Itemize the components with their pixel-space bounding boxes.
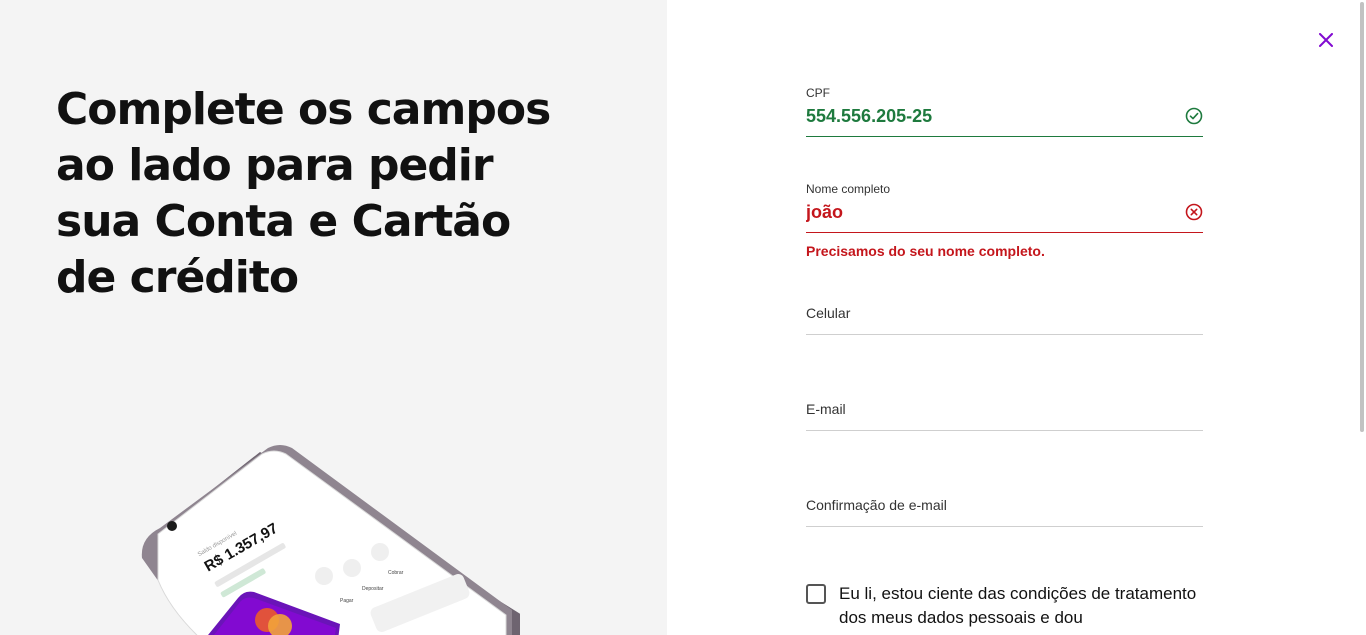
full-name-error: Precisamos do seu nome completo. xyxy=(806,243,1045,259)
full-name-input[interactable] xyxy=(806,201,1166,223)
phone-underline xyxy=(806,334,1203,335)
phone-action-deposit: Depositar xyxy=(362,586,384,592)
phone-illustration: Saldo disponível R$ 1.357,97 Pagar Depos… xyxy=(140,440,522,635)
close-icon xyxy=(1319,33,1333,47)
cpf-label: CPF xyxy=(806,86,830,100)
phone-action-pay: Pagar xyxy=(340,598,354,604)
full-name-field: Nome completo xyxy=(806,181,1203,233)
email-confirmation-label: Confirmação de e-mail xyxy=(806,497,947,513)
consent-text: Eu li, estou ciente das condições de tra… xyxy=(839,584,1197,627)
phone-action-charge: Cobrar xyxy=(388,570,404,576)
full-name-underline xyxy=(806,232,1203,233)
consent-checkbox[interactable] xyxy=(806,584,826,604)
email-field[interactable]: E-mail xyxy=(806,401,1203,431)
full-name-label: Nome completo xyxy=(806,182,891,196)
email-confirmation-field[interactable]: Confirmação de e-mail xyxy=(806,497,1203,527)
email-confirmation-underline xyxy=(806,526,1203,527)
check-circle-icon xyxy=(1185,107,1203,125)
scrollbar-thumb[interactable] xyxy=(1360,2,1364,432)
cpf-input[interactable] xyxy=(806,105,1166,127)
cpf-field: CPF xyxy=(806,85,1203,137)
left-panel: Complete os campos ao lado para pedir su… xyxy=(0,0,667,635)
close-button[interactable] xyxy=(1316,30,1336,50)
cpf-underline xyxy=(806,136,1203,137)
email-underline xyxy=(806,430,1203,431)
error-circle-icon xyxy=(1185,203,1203,221)
phone-field[interactable]: Celular xyxy=(806,305,1203,335)
page-headline: Complete os campos ao lado para pedir su… xyxy=(56,84,551,303)
email-label: E-mail xyxy=(806,401,846,417)
phone-label: Celular xyxy=(806,305,851,321)
